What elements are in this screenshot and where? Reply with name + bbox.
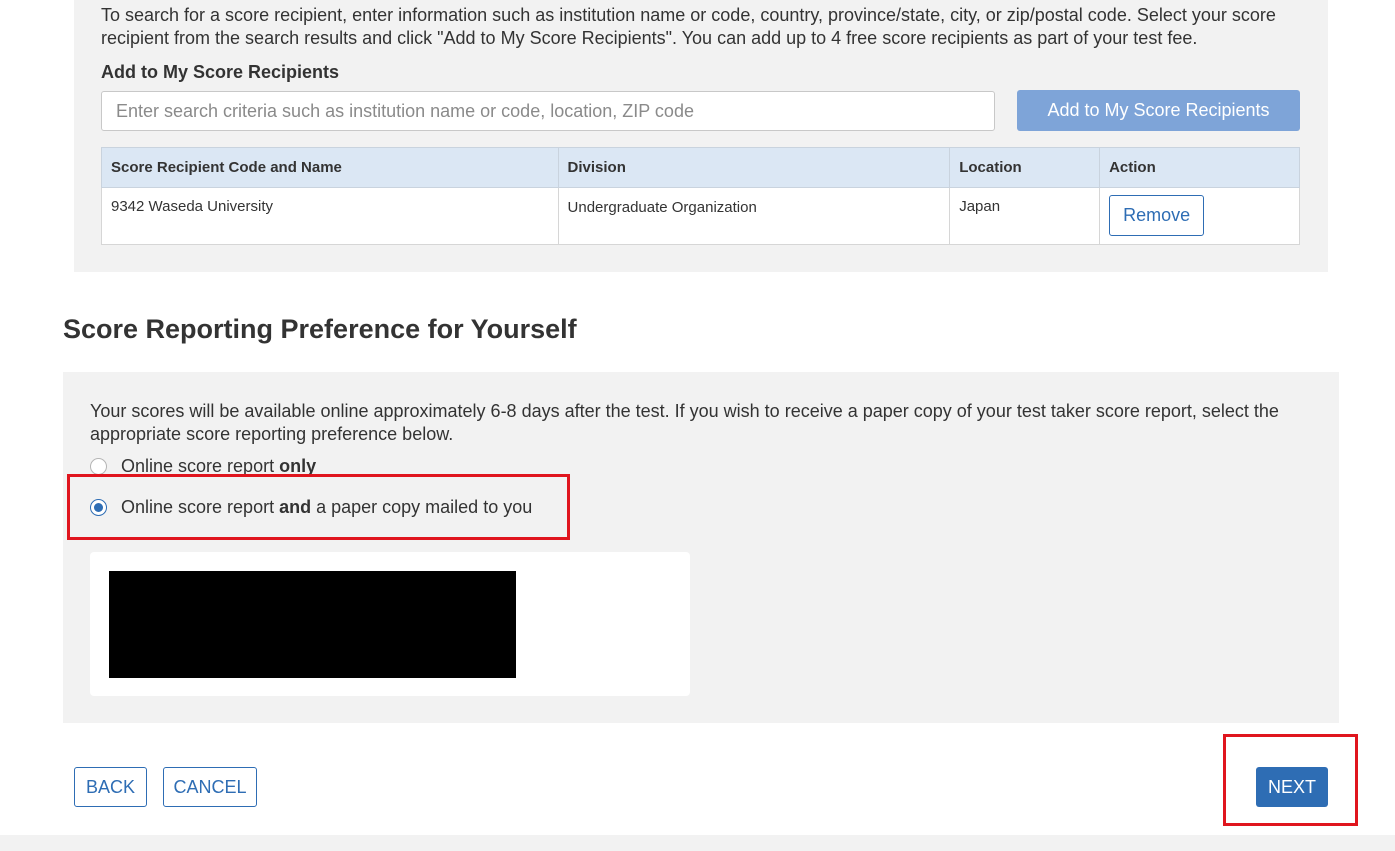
table-header-row: Score Recipient Code and Name Division L… [101, 147, 1300, 188]
column-header-location: Location [949, 147, 1101, 188]
remove-recipient-button[interactable]: Remove [1109, 195, 1205, 236]
recipient-division: Undergraduate Organization [557, 187, 951, 245]
column-header-division: Division [557, 147, 951, 188]
footer-strip [0, 835, 1395, 851]
radio-online-only[interactable] [90, 458, 107, 475]
column-header-code-name: Score Recipient Code and Name [101, 147, 559, 188]
recipient-location: Japan [949, 187, 1101, 245]
preference-description: Your scores will be available online app… [90, 401, 1279, 444]
add-recipients-heading: Add to My Score Recipients [101, 62, 340, 82]
recipient-action-cell: Remove [1099, 187, 1300, 245]
score-reporting-preference-heading: Score Reporting Preference for Yourself [63, 314, 577, 344]
table-row: 9342 Waseda University Undergraduate Org… [101, 187, 1300, 245]
recipient-code-name: 9342 Waseda University [101, 187, 559, 245]
selected-option-highlight [67, 474, 570, 540]
back-button[interactable]: BACK [74, 767, 147, 807]
column-header-action: Action [1099, 147, 1300, 188]
redacted-address-block [109, 571, 516, 678]
next-button-highlight [1223, 734, 1358, 826]
add-to-score-recipients-button[interactable]: Add to My Score Recipients [1017, 90, 1300, 131]
score-recipients-table: Score Recipient Code and Name Division L… [101, 147, 1300, 245]
search-instructions: To search for a score recipient, enter i… [101, 5, 1276, 48]
recipient-search-input[interactable] [101, 91, 995, 131]
cancel-button[interactable]: CANCEL [163, 767, 257, 807]
